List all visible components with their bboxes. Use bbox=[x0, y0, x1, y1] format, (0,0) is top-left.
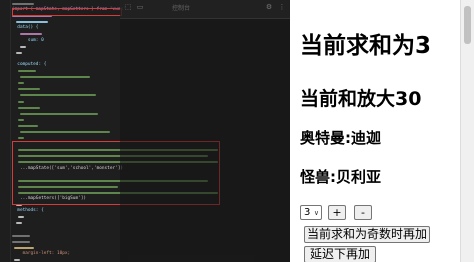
methods-block: methods: { bbox=[17, 208, 44, 214]
select-value: 3 bbox=[304, 207, 311, 218]
import-highlight bbox=[12, 8, 122, 16]
tab-console[interactable]: 控制台 bbox=[172, 3, 190, 12]
increment-later-button[interactable]: 延迟下再加 bbox=[304, 246, 376, 262]
chevron-down-icon: ∨ bbox=[313, 209, 319, 217]
increment-select[interactable]: 3 ∨ bbox=[300, 205, 322, 220]
inspect-icon[interactable]: ⬚ bbox=[124, 3, 132, 11]
more-icon[interactable]: ⋮ bbox=[278, 3, 286, 11]
scrollbar-thumb[interactable] bbox=[464, 6, 471, 44]
browser-devtools-overlay: ⬚ ▭ 控制台 ⚙ ⋮ bbox=[120, 0, 290, 262]
sum-field: sum: 0 bbox=[27, 37, 44, 43]
devtools-tab-strip: ⬚ ▭ 控制台 ⚙ ⋮ bbox=[120, 0, 290, 19]
ultraman-heading: 奥特曼:迪迦 bbox=[300, 129, 381, 147]
sum-heading: 当前求和为3 bbox=[300, 33, 432, 59]
rendered-app: 当前求和为3 当前和放大30 奥特曼:迪迦 怪兽:贝利亚 3 ∨ + - 当前求… bbox=[290, 0, 460, 262]
code-editor[interactable]: import { mapState, mapGetters } from 'vu… bbox=[0, 0, 290, 262]
margin-rule: margin-left: 10px; bbox=[22, 250, 71, 256]
increment-button[interactable]: + bbox=[328, 205, 346, 220]
decrement-button[interactable]: - bbox=[354, 205, 372, 220]
monster-heading: 怪兽:贝利亚 bbox=[300, 168, 381, 186]
increment-if-odd-button[interactable]: 当前求和为奇数时再加 bbox=[304, 226, 430, 243]
data-function: data() { bbox=[17, 25, 39, 31]
big-sum-heading: 当前和放大30 bbox=[300, 88, 422, 110]
computed-block: computed: { bbox=[17, 61, 47, 67]
editor-gutter bbox=[0, 0, 11, 262]
page-scrollbar[interactable] bbox=[460, 0, 474, 262]
settings-icon[interactable]: ⚙ bbox=[265, 3, 273, 11]
device-icon[interactable]: ▭ bbox=[136, 3, 144, 11]
